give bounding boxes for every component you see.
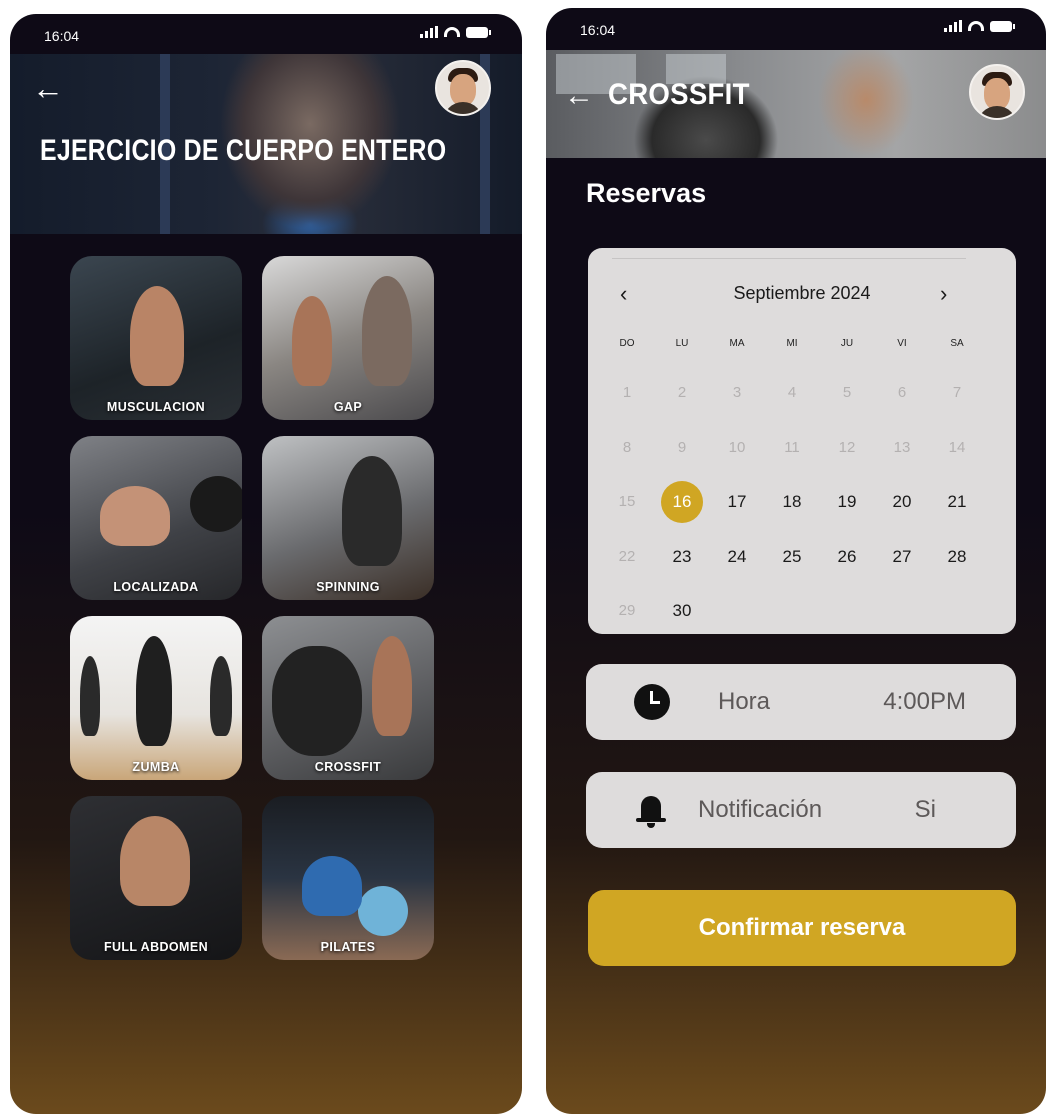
calendar-day[interactable]: 18 <box>771 481 813 523</box>
class-card-label: PILATES <box>320 940 376 954</box>
calendar-day[interactable]: 28 <box>936 536 978 578</box>
class-card-gap[interactable]: GAP <box>262 256 434 420</box>
calendar-day[interactable]: 21 <box>936 481 978 523</box>
calendar-day[interactable]: 26 <box>826 536 868 578</box>
calendar-day[interactable]: 15 <box>606 481 648 523</box>
page-title: EJERCICIO DE CUERPO ENTERO <box>40 134 447 167</box>
class-card-pilates[interactable]: PILATES <box>262 796 434 960</box>
next-month-button[interactable]: › <box>940 283 947 305</box>
status-bar: 16:04 <box>10 14 522 54</box>
battery-icon <box>466 26 491 38</box>
calendar-day[interactable]: 24 <box>716 536 758 578</box>
avatar[interactable] <box>435 60 491 116</box>
calendar-day[interactable]: 3 <box>716 372 758 414</box>
weekday-label: LU <box>675 338 689 349</box>
phone-screen-booking: 16:04 ← CROSSFIT Reservas ‹ Septiembre 2… <box>546 8 1046 1114</box>
notification-value: Si <box>914 796 936 823</box>
calendar-day[interactable]: 1 <box>606 372 648 414</box>
class-card-musculacion[interactable]: MUSCULACION <box>70 256 242 420</box>
calendar-day[interactable]: 20 <box>881 481 923 523</box>
weekday-label: DO <box>619 338 635 349</box>
calendar-day[interactable]: 8 <box>606 427 648 469</box>
weekday-label: MI <box>786 338 798 349</box>
avatar[interactable] <box>969 64 1025 120</box>
time-value: 4:00PM <box>883 688 966 715</box>
class-card-label: ZUMBA <box>132 760 180 774</box>
class-card-crossfit[interactable]: CROSSFIT <box>262 616 434 780</box>
wifi-icon <box>444 27 460 37</box>
back-arrow-icon[interactable]: ← <box>32 72 64 104</box>
battery-icon <box>990 20 1015 32</box>
weekday-label: JU <box>840 338 854 349</box>
calendar-day[interactable]: 7 <box>936 372 978 414</box>
class-card-label: MUSCULACION <box>106 400 206 414</box>
calendar-day[interactable]: 12 <box>826 427 868 469</box>
weekday-label: SA <box>950 338 964 349</box>
weekday-label: VI <box>897 338 907 349</box>
class-card-label: CROSSFIT <box>314 760 382 774</box>
signal-icon <box>420 26 438 38</box>
calendar-day[interactable]: 14 <box>936 427 978 469</box>
calendar-day[interactable]: 17 <box>716 481 758 523</box>
calendar-day[interactable]: 23 <box>661 536 703 578</box>
calendar-day[interactable]: 22 <box>606 536 648 578</box>
calendar-day[interactable]: 27 <box>881 536 923 578</box>
status-bar: 16:04 <box>546 8 1046 48</box>
confirm-button[interactable]: Confirmar reserva <box>588 890 1016 966</box>
class-card-localizada[interactable]: LOCALIZADA <box>70 436 242 600</box>
class-card-label: FULL ABDOMEN <box>103 940 209 954</box>
time-field[interactable]: Hora 4:00PM <box>586 664 1016 740</box>
time-label: Hora <box>718 688 771 715</box>
back-arrow-icon[interactable]: ← <box>564 80 594 112</box>
weekday-label: MA <box>729 338 745 349</box>
calendar-day[interactable]: 9 <box>661 427 703 469</box>
calendar-day[interactable]: 11 <box>771 427 813 469</box>
calendar-day[interactable]: 4 <box>771 372 813 414</box>
wifi-icon <box>968 21 984 31</box>
notification-label: Notificación <box>698 796 823 823</box>
calendar-day[interactable]: 6 <box>881 372 923 414</box>
calendar-day[interactable]: 16 <box>661 481 703 523</box>
signal-icon <box>944 20 962 32</box>
page-title: CROSSFIT <box>608 78 750 111</box>
calendar-day[interactable]: 29 <box>606 590 648 632</box>
status-time: 16:04 <box>44 28 80 44</box>
calendar-day[interactable]: 25 <box>771 536 813 578</box>
notification-field[interactable]: Notificación Si <box>586 772 1016 848</box>
calendar-day[interactable]: 30 <box>661 590 703 632</box>
phone-screen-classes: 16:04 ← EJERCICIO DE CUERPO ENTERO MUSCU… <box>10 14 522 1114</box>
calendar-day[interactable]: 19 <box>826 481 868 523</box>
calendar-day[interactable]: 13 <box>881 427 923 469</box>
bell-icon <box>636 794 666 830</box>
section-title: Reservas <box>586 178 707 208</box>
class-card-label: GAP <box>333 400 363 414</box>
calendar: ‹ Septiembre 2024 › DO LU MA MI JU VI SA 12345… <box>588 248 1016 634</box>
class-card-zumba[interactable]: ZUMBA <box>70 616 242 780</box>
calendar-day[interactable]: 5 <box>826 372 868 414</box>
status-time: 16:04 <box>580 22 616 38</box>
class-card-spinning[interactable]: SPINNING <box>262 436 434 600</box>
class-card-label: SPINNING <box>316 580 380 594</box>
class-card-label: LOCALIZADA <box>113 580 199 594</box>
calendar-day[interactable]: 2 <box>661 372 703 414</box>
clock-icon <box>634 684 670 720</box>
class-card-full-abdomen[interactable]: FULL ABDOMEN <box>70 796 242 960</box>
calendar-month: Septiembre 2024 <box>733 283 871 303</box>
calendar-day[interactable]: 10 <box>716 427 758 469</box>
